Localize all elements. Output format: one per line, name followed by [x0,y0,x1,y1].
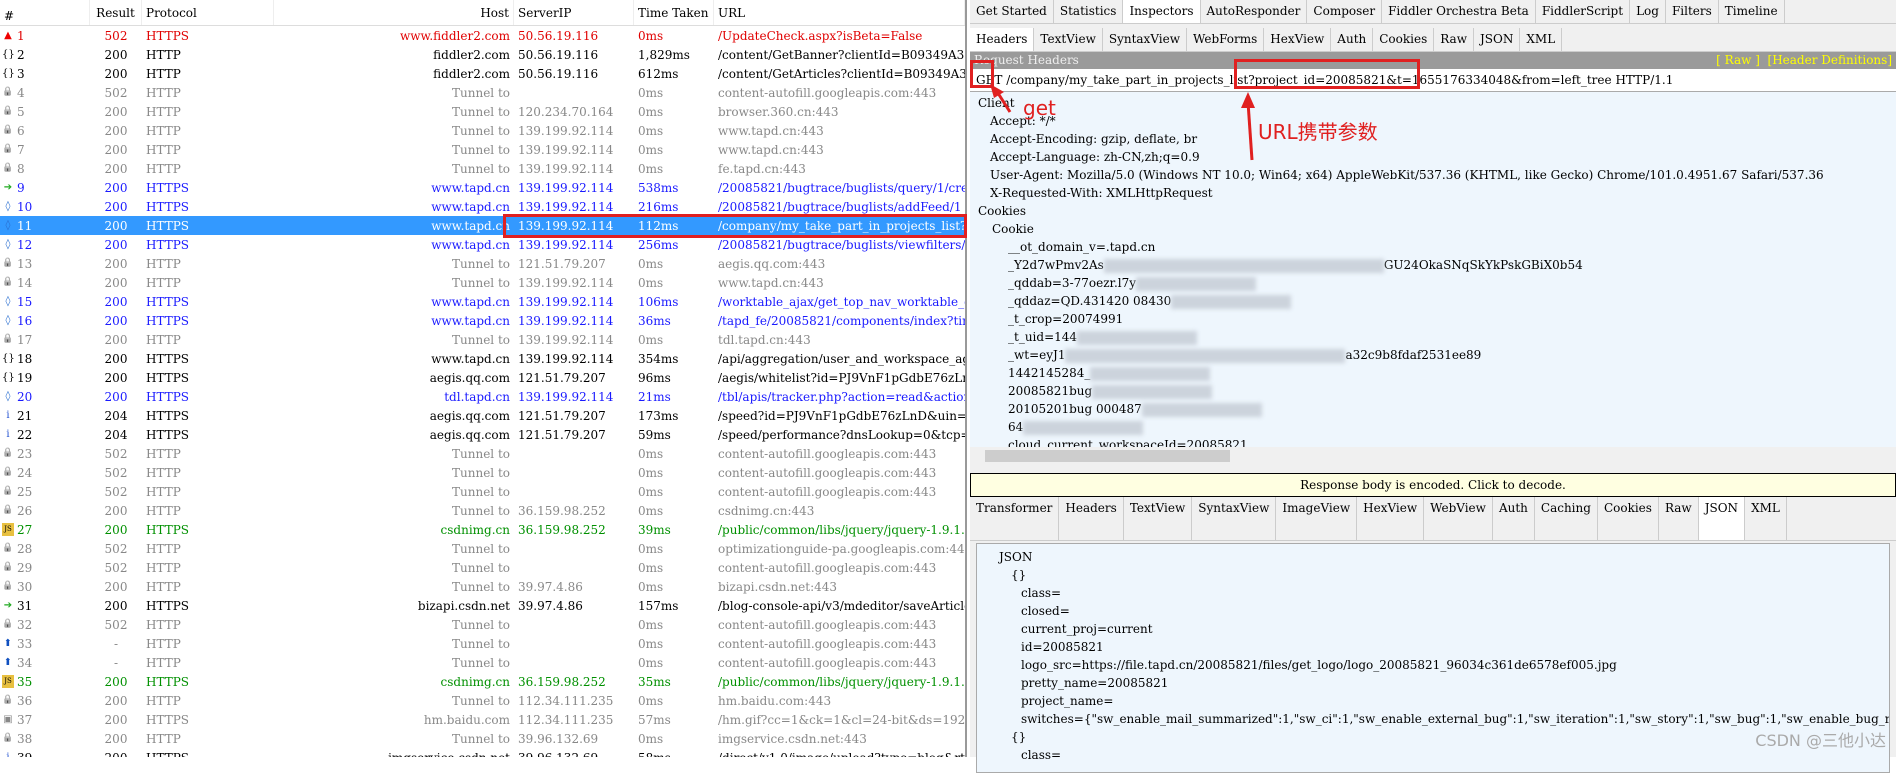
annotation-arrows [990,84,1255,161]
